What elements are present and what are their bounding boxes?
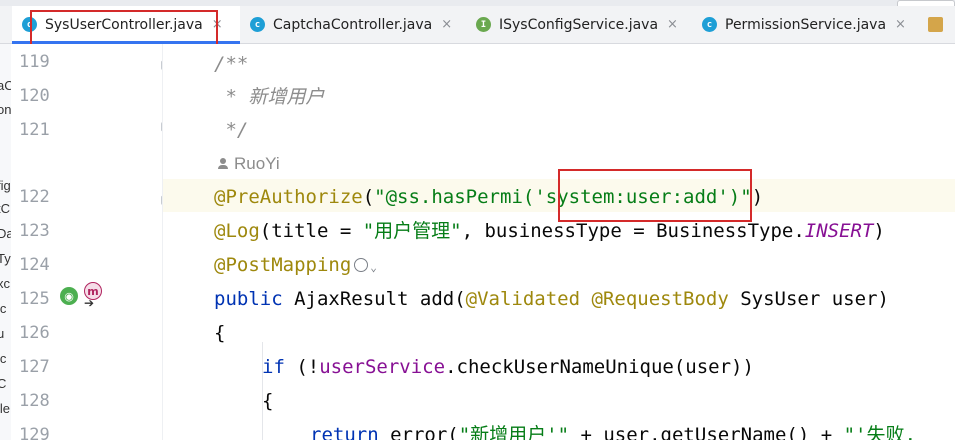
author-hint[interactable]: RuoYi [218,152,280,176]
file-icon [928,17,943,32]
tree-item[interactable]: tC [0,201,10,216]
tab-sysusercontroller[interactable]: SysUserController.java × [12,6,240,44]
code-line-128: { [262,390,274,412]
tab-captchacontroller[interactable]: CaptchaController.java × [240,6,466,43]
globe-icon[interactable] [354,258,369,272]
editor-gutter: 119 120 121 122 123 124 125 126 127 128 … [11,44,173,445]
tab-permissionservice[interactable]: PermissionService.java × [692,6,918,43]
close-icon[interactable]: × [441,17,452,32]
author-name: RuoYi [234,154,280,173]
line-number: 119 [19,52,50,72]
interface-icon [476,17,491,32]
code-line-122: @PreAuthorize("@ss.hasPermi('system:user… [214,186,764,208]
line-number: 128 [19,391,50,411]
code-line-124: @PostMapping ⌄ [214,253,377,280]
code-line-127: if (!userService.checkUserNameUnique(use… [262,356,754,378]
line-number: 121 [19,120,50,140]
tree-item[interactable]: fig [0,178,11,193]
chevron-down-icon[interactable]: ⌄ [370,256,377,280]
navigate-arrow-icon[interactable]: ➔ [83,296,95,310]
tab-label: PermissionService.java [725,16,887,33]
tab-label: SysUserController.java [45,16,203,33]
tree-item[interactable]: u [0,326,4,341]
tree-item[interactable]: ic [0,301,6,316]
close-icon[interactable]: × [895,17,906,32]
tree-item[interactable]: xc [0,276,10,291]
line-number: 122 [19,187,50,207]
code-line-119: /** [214,53,249,75]
tab-isysconfigservice[interactable]: ISysConfigService.java × [466,6,692,43]
code-line-129: return error("新增用户'" + user.getUserName(… [310,424,916,440]
code-line-125: public AjaxResult add(@Validated @Reques… [214,288,889,310]
code-line-123: @Log(title = "用户管理", businessType = Busi… [214,220,885,242]
line-number: 123 [19,221,50,241]
code-line-126: { [214,322,226,344]
editor-tab-bar: SysUserController.java × CaptchaControll… [0,6,955,44]
tree-item[interactable]: ic [0,351,6,366]
tab-overflow[interactable] [918,6,955,43]
close-icon[interactable]: × [212,17,223,32]
code-line-120: * 新增用户 [214,86,325,108]
code-line-121: */ [214,119,249,141]
tree-item[interactable]: aC [0,78,11,93]
code-editor[interactable]: /** * 新增用户 */ RuoYi @PreAuthorize("@ss.h… [163,44,955,440]
close-icon[interactable]: × [667,17,678,32]
tab-label: CaptchaController.java [273,16,433,33]
tree-item[interactable]: ile [0,401,10,416]
class-icon [702,17,717,32]
line-number: 126 [19,323,50,343]
class-icon [22,17,37,32]
tree-item[interactable]: on [0,102,11,117]
line-number: 124 [19,255,50,275]
line-number: 129 [19,425,50,445]
web-endpoint-icon[interactable]: ◉ [60,287,78,305]
user-icon [218,158,228,169]
tree-item[interactable]: Da [0,226,11,241]
class-icon [250,17,265,32]
tree-item[interactable]: Ty [0,251,11,266]
project-panel: aC on fig tC Da Ty xc ic u ic C ile [0,44,11,440]
line-number: 120 [19,86,50,106]
tab-label: ISysConfigService.java [499,16,659,33]
line-number: 127 [19,357,50,377]
tree-item[interactable]: C [0,376,6,391]
